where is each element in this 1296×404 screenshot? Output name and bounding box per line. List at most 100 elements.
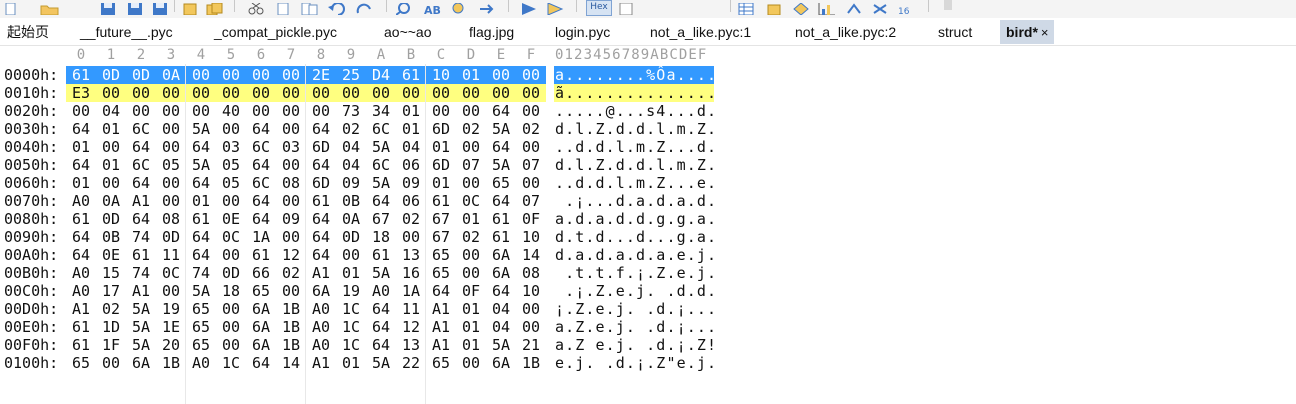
hex-row[interactable]: 00D0h: A1 02 5A 19 65 00 6A 1B A0 1C 64 11 A1 01 04 00 ¡.…	[0, 300, 1296, 318]
hex-byte[interactable]: 1B	[279, 300, 303, 318]
hex-row[interactable]: 0060h: 01 00 64 00 64 05 6C 08 6D 09 5A 09 01 00 65 00..…	[0, 174, 1296, 192]
hex-byte[interactable]: 5A	[189, 156, 213, 174]
tab-compat-pickle-pyc[interactable]: _compat_pickle.pyc	[214, 20, 337, 44]
hex-byte[interactable]: 05	[159, 156, 183, 174]
hex-byte[interactable]: 12	[279, 246, 303, 264]
hex-byte[interactable]: 00	[159, 120, 183, 138]
hex-byte[interactable]: E3	[69, 84, 93, 102]
hex-row[interactable]: 0080h: 61 0D 64 08 61 0E 64 09 64 0A 67 02 67 01 61 0F a.…	[0, 210, 1296, 228]
tab-flag-jpg[interactable]: flag.jpg	[469, 20, 514, 44]
hex-byte[interactable]: 61	[489, 210, 513, 228]
hex-byte[interactable]: A1	[309, 354, 333, 372]
hex-byte[interactable]: 01	[99, 156, 123, 174]
hex-byte[interactable]: 0D	[129, 66, 153, 84]
compare-icon[interactable]	[846, 0, 864, 14]
hex-byte[interactable]: 64	[369, 300, 393, 318]
hex-byte[interactable]: 66	[249, 264, 273, 282]
ascii-text[interactable]: d.t.d...d...g.a.	[555, 228, 717, 246]
hex-byte[interactable]: 64	[309, 246, 333, 264]
hex-row[interactable]: 0010h: E3 00 00 00 00 00 00 00 00 00 00 00 00 00 00 00 ã.…	[0, 84, 1296, 102]
hex-byte[interactable]: 0D	[99, 66, 123, 84]
hex-byte[interactable]: 00	[99, 84, 123, 102]
hex-byte[interactable]: 65	[189, 318, 213, 336]
hex-byte[interactable]: 08	[279, 174, 303, 192]
tab-struct[interactable]: struct	[938, 20, 972, 44]
hex-byte[interactable]: 00	[519, 102, 543, 120]
hex-byte[interactable]: 64	[369, 192, 393, 210]
hex-byte[interactable]: 0A	[339, 210, 363, 228]
hex-byte[interactable]: 00	[189, 84, 213, 102]
hex-byte[interactable]: 01	[459, 210, 483, 228]
hex-byte[interactable]: 00	[429, 84, 453, 102]
calculator-icon[interactable]	[872, 0, 890, 14]
hex-byte[interactable]: 00	[219, 246, 243, 264]
hex-byte[interactable]: 65	[429, 354, 453, 372]
hex-row[interactable]: 0050h: 64 01 6C 05 5A 05 64 00 64 04 6C 06 6D 07 5A 07 d.…	[0, 156, 1296, 174]
hex-byte[interactable]: 00	[459, 138, 483, 156]
hex-byte[interactable]: 64	[249, 210, 273, 228]
hex-view-button[interactable]: Hex	[586, 0, 612, 16]
hex-byte[interactable]: 00	[519, 318, 543, 336]
hex-byte[interactable]: 01	[69, 174, 93, 192]
hex-byte[interactable]: 09	[279, 210, 303, 228]
hex-byte[interactable]: 03	[279, 138, 303, 156]
hex-byte[interactable]: 00	[219, 300, 243, 318]
hex-byte[interactable]: 00	[99, 174, 123, 192]
hex-byte[interactable]: 65	[189, 300, 213, 318]
find-next-icon[interactable]	[450, 0, 468, 14]
hex-byte[interactable]: 00	[279, 102, 303, 120]
hex-byte[interactable]: 6D	[309, 174, 333, 192]
ascii-text[interactable]: .t.t.f.¡.Z.e.j.	[555, 264, 717, 282]
hex-byte[interactable]: 04	[99, 102, 123, 120]
hex-byte[interactable]: 05	[219, 156, 243, 174]
hex-byte[interactable]: 00	[519, 138, 543, 156]
hex-byte[interactable]: 74	[129, 264, 153, 282]
hex-byte[interactable]: A0	[309, 318, 333, 336]
hex-byte[interactable]: 01	[429, 174, 453, 192]
hex-byte[interactable]: 74	[129, 228, 153, 246]
hex-byte[interactable]: 08	[159, 210, 183, 228]
hex-byte[interactable]: 11	[399, 300, 423, 318]
hex-byte[interactable]: 18	[219, 282, 243, 300]
bookmark-next-icon[interactable]	[546, 0, 564, 16]
hex-row[interactable]: 0020h: 00 04 00 00 00 40 00 00 00 73 34 01 00 00 64 00..…	[0, 102, 1296, 120]
hex-byte[interactable]: 5A	[189, 120, 213, 138]
hex-byte[interactable]: 01	[189, 192, 213, 210]
hex-editor[interactable]: 0 1 2 3 4 5 6 7 8 9 A B C D E F 0123456789ABCDEF 0000h: 6…	[0, 46, 1296, 404]
undo-icon[interactable]	[328, 0, 346, 16]
hex-byte[interactable]: 04	[339, 138, 363, 156]
hex-byte[interactable]: 6C	[369, 156, 393, 174]
hex-byte[interactable]: 00	[129, 84, 153, 102]
ascii-text[interactable]: ..d.d.l.m.Z...d.	[555, 138, 717, 156]
hex-byte[interactable]: 64	[69, 156, 93, 174]
hex-byte[interactable]: 1B	[279, 318, 303, 336]
hex-byte[interactable]: 34	[369, 102, 393, 120]
tab-ao-ao[interactable]: ao~~ao	[384, 20, 432, 44]
paste-icon[interactable]	[182, 0, 198, 16]
hex-byte[interactable]: 00	[219, 66, 243, 84]
hex-byte[interactable]: 12	[399, 318, 423, 336]
open-folder-icon[interactable]	[40, 0, 60, 16]
hex-byte[interactable]: 14	[519, 246, 543, 264]
hex-byte[interactable]: 00	[459, 264, 483, 282]
hex-byte[interactable]: 00	[159, 192, 183, 210]
hex-byte[interactable]: 18	[369, 228, 393, 246]
hex-byte[interactable]: A0	[309, 300, 333, 318]
hex-byte[interactable]: 67	[429, 210, 453, 228]
ascii-text[interactable]: ã...............	[555, 84, 717, 102]
hex-byte[interactable]: 02	[459, 120, 483, 138]
hex-byte[interactable]: 73	[339, 102, 363, 120]
hex-byte[interactable]: 5A	[369, 174, 393, 192]
hex-row[interactable]: 0090h: 64 0B 74 0D 64 0C 1A 00 64 0D 18 00 67 02 61 10 d.…	[0, 228, 1296, 246]
hex-byte[interactable]: 09	[339, 174, 363, 192]
hex-byte[interactable]: 6C	[249, 138, 273, 156]
hex-byte[interactable]: 1B	[279, 336, 303, 354]
hex-byte[interactable]: 0B	[339, 192, 363, 210]
hex-byte[interactable]: 5A	[489, 120, 513, 138]
new-file-icon[interactable]	[4, 0, 18, 16]
hex-byte[interactable]: 01	[339, 264, 363, 282]
hex-byte[interactable]: 01	[459, 318, 483, 336]
ascii-text[interactable]: a........%Ôa....	[555, 66, 717, 84]
hex-byte[interactable]: 22	[399, 354, 423, 372]
hex-byte[interactable]: 61	[129, 246, 153, 264]
